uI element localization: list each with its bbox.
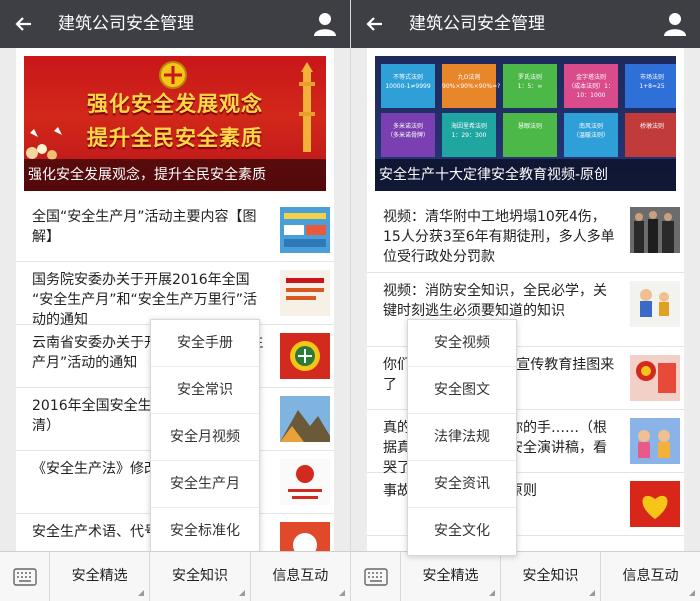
menu-corner-icon — [138, 590, 145, 596]
law-tile-sub: 10000-1≠9999 — [385, 83, 431, 90]
tab-label: 信息互动 — [622, 568, 679, 584]
menu-corner-icon — [589, 590, 595, 596]
keyboard-icon[interactable] — [351, 552, 401, 601]
banner-caption: 强化安全发展观念，提升全民安全素质 — [24, 159, 326, 191]
left-screen: 建筑公司安全管理 强化安全发展观念 提升全民安全素质 强化安全发展观念，提升全民… — [0, 0, 350, 601]
law-tile: 南风法则 （温暖法则） — [564, 113, 618, 157]
tab-label: 信息互动 — [272, 568, 329, 584]
tab-label: 安全精选 — [71, 568, 128, 584]
back-arrow-icon[interactable] — [10, 10, 38, 38]
article-thumbnail — [280, 522, 330, 551]
menu-corner-icon — [238, 590, 245, 596]
back-arrow-icon[interactable] — [361, 10, 389, 38]
law-tile: 多米诺法则 （多米诺骨牌） — [381, 113, 435, 157]
law-tile: 罗氏法则 1：5：∞ — [503, 64, 557, 108]
right-screen: 建筑公司安全管理 不等式法则 10000-1≠9999 九O法则 90%×90%×90… — [350, 0, 700, 601]
submenu-item-safety-knowledge[interactable]: 安全常识 — [151, 367, 259, 414]
submenu-item-safety-graphics[interactable]: 安全图文 — [408, 367, 516, 414]
law-tile-label: 海因里希法则 — [450, 123, 487, 130]
article-thumbnail — [280, 459, 330, 505]
law-tile-label: 多米诺法则 — [392, 123, 423, 130]
tab-safety-knowledge[interactable]: 安全知识 — [150, 552, 251, 601]
law-tile-label: 罗氏法则 — [517, 74, 542, 81]
tiananmen-tower-icon — [299, 62, 315, 152]
law-tile-sub: （温暖法则） — [572, 132, 609, 139]
keyboard-icon[interactable] — [0, 552, 50, 601]
submenu-item-safety-month[interactable]: 安全生产月 — [151, 461, 259, 508]
law-tile: 不等式法则 10000-1≠9999 — [381, 64, 435, 108]
article-thumbnail — [630, 481, 680, 527]
law-tile-sub: 90%×90%×90%=? — [442, 83, 501, 90]
law-tile: 慧眼法则 — [503, 113, 557, 157]
article-thumbnail — [630, 418, 680, 464]
article-thumbnail — [280, 207, 330, 253]
tab-label: 安全知识 — [522, 568, 579, 584]
article-title: 视频：清华附中工地坍塌10死4伤，15人分获3至6年有期徒刑，多人多单位受行政处… — [383, 209, 615, 265]
top-bar: 建筑公司安全管理 — [351, 0, 700, 48]
law-tile-label: 金字塔法则 — [575, 74, 606, 81]
tab-safety-selection[interactable]: 安全精选 — [50, 552, 151, 601]
page-title: 建筑公司安全管理 — [58, 14, 194, 34]
menu-corner-icon — [489, 590, 495, 596]
law-tile-label: 不等式法则 — [392, 74, 423, 81]
submenu-item-safety-news[interactable]: 安全资讯 — [408, 461, 516, 508]
banner-caption: 安全生产十大定律安全教育视频-原创 — [375, 159, 676, 191]
list-item[interactable]: 国务院安委办关于开展2016年全国 “安全生产月”和“安全生产万里行”活动的通知 — [16, 262, 334, 328]
submenu-item-safety-manual[interactable]: 安全手册 — [151, 320, 259, 367]
article-thumbnail — [280, 270, 330, 316]
banner[interactable]: 强化安全发展观念 提升全民安全素质 强化安全发展观念，提升全民安全素质 — [24, 56, 326, 191]
bottom-menu-bar: 安全精选 安全知识 信息互动 — [351, 551, 700, 601]
submenu-popup: 安全手册 安全常识 安全月视频 安全生产月 安全标准化 — [150, 319, 260, 556]
tab-info-interaction[interactable]: 信息互动 — [251, 552, 350, 601]
law-tile-sub: 1：29：300 — [451, 132, 487, 139]
law-tile-label: 南风法则 — [578, 123, 603, 130]
tab-safety-knowledge[interactable]: 安全知识 — [501, 552, 601, 601]
tab-label: 安全精选 — [422, 568, 479, 584]
user-icon[interactable] — [662, 11, 688, 37]
submenu-item-laws-regulations[interactable]: 法律法规 — [408, 414, 516, 461]
submenu-item-safety-month-video[interactable]: 安全月视频 — [151, 414, 259, 461]
article-thumbnail — [630, 355, 680, 401]
submenu-popup-right: 安全视频 安全图文 法律法规 安全资讯 安全文化 — [407, 319, 517, 556]
top-bar: 建筑公司安全管理 — [0, 0, 350, 48]
banner-slogan-line1: 强化安全发展观念 — [87, 92, 263, 116]
list-item[interactable]: 全国“安全生产月”活动主要内容【图解】 — [16, 199, 334, 262]
submenu-item-safety-video[interactable]: 安全视频 — [408, 320, 516, 367]
tab-safety-selection[interactable]: 安全精选 — [401, 552, 501, 601]
law-tile-label: 市场法则 — [639, 74, 664, 81]
law-tile: 市场法则 1+8=25 — [625, 64, 676, 108]
law-tile: 金字塔法则 （成本法则）1：10：1000 — [564, 64, 618, 108]
list-item[interactable]: 视频：清华附中工地坍塌10死4伤，15人分获3至6年有期徒刑，多人多单位受行政处… — [367, 199, 684, 273]
article-title: 全国“安全生产月”活动主要内容【图解】 — [32, 209, 257, 245]
article-thumbnail — [630, 207, 680, 253]
law-tile: 桥墩法则 — [625, 113, 676, 157]
tab-info-interaction[interactable]: 信息互动 — [601, 552, 700, 601]
law-tile-label: 慧眼法则 — [517, 123, 542, 130]
tab-label: 安全知识 — [171, 568, 228, 584]
page-title: 建筑公司安全管理 — [409, 14, 545, 34]
banner[interactable]: 不等式法则 10000-1≠9999 九O法则 90%×90%×90%=? 罗氏法则 1：… — [375, 56, 676, 191]
article-title: 视频：消防安全知识，全民必学，关键时刻逃生必须要知道的知识 — [383, 283, 607, 319]
submenu-item-standardization[interactable]: 安全标准化 — [151, 508, 259, 555]
submenu-item-safety-culture[interactable]: 安全文化 — [408, 508, 516, 555]
law-tile-label: 九O法则 — [457, 74, 481, 81]
user-icon[interactable] — [312, 11, 338, 37]
article-thumbnail — [280, 396, 330, 442]
menu-corner-icon — [338, 590, 345, 596]
safety-emblem-icon — [159, 61, 187, 89]
law-tile-sub: （多米诺骨牌） — [386, 132, 429, 139]
law-tile-sub: 1：5：∞ — [517, 83, 543, 90]
bottom-menu-bar: 安全精选 安全知识 信息互动 — [0, 551, 350, 601]
menu-corner-icon — [689, 590, 695, 596]
article-thumbnail — [280, 333, 330, 379]
law-tile-label: 桥墩法则 — [639, 123, 664, 130]
law-tile-sub: （成本法则）1：10：1000 — [568, 83, 614, 99]
banner-slogan-line2: 提升全民安全素质 — [87, 126, 263, 150]
law-tile: 九O法则 90%×90%×90%=? — [442, 64, 501, 108]
law-tile-sub: 1+8=25 — [639, 83, 665, 90]
article-thumbnail — [630, 281, 680, 327]
law-tile: 海因里希法则 1：29：300 — [442, 113, 496, 157]
